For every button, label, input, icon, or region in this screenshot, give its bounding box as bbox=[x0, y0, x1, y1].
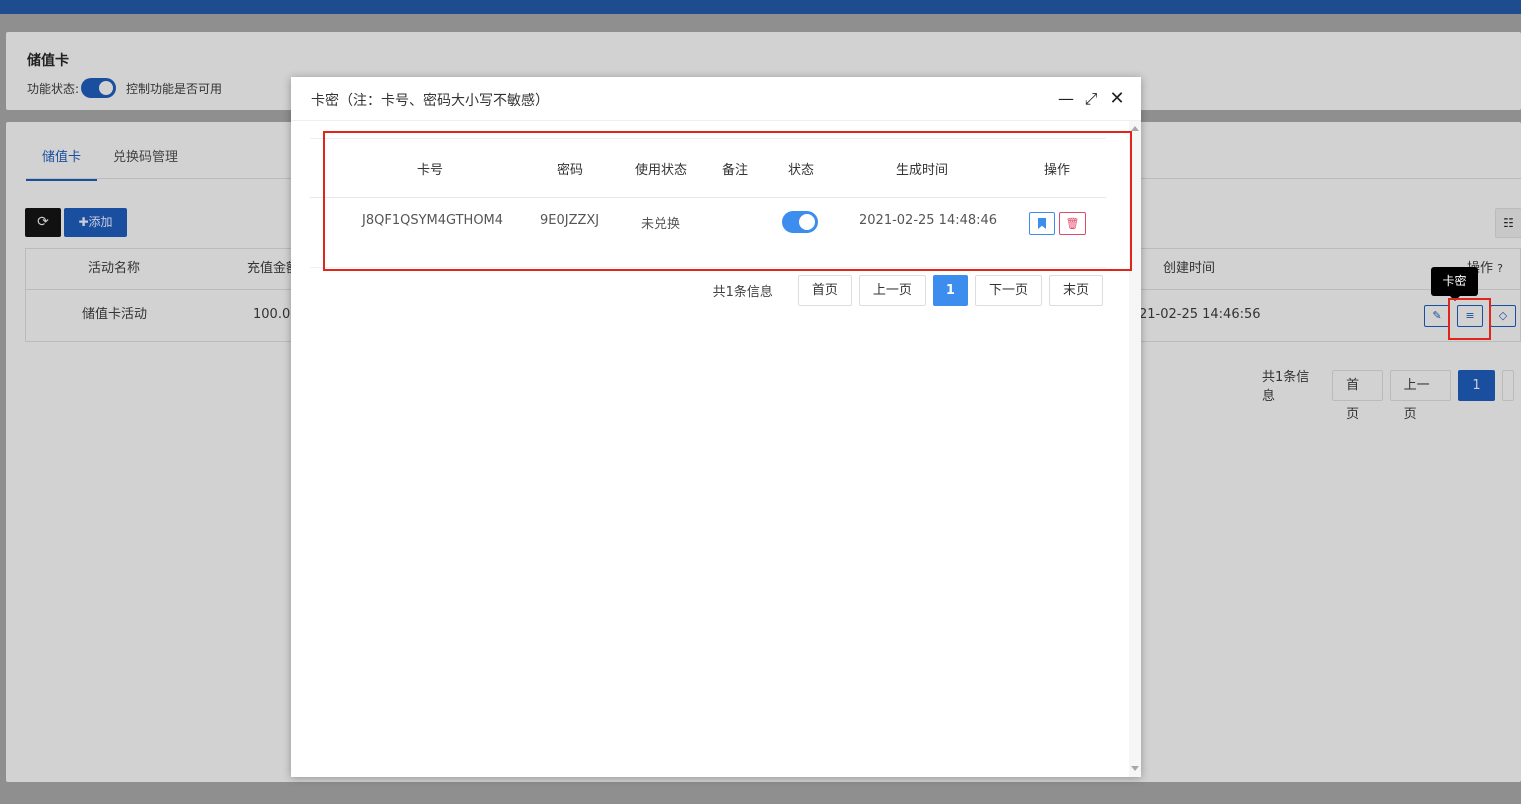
modal-title: 卡密（注：卡号、密码大小写不敏感） bbox=[311, 93, 549, 109]
pencil-icon: ✎ bbox=[1432, 309, 1442, 322]
pager-info: 共1条信息 bbox=[1262, 370, 1310, 404]
pager-prev[interactable]: 上一页 bbox=[858, 275, 926, 306]
feature-status-toggle[interactable] bbox=[81, 78, 117, 98]
add-button[interactable]: ✚添加 bbox=[64, 208, 127, 237]
maximize-icon[interactable]: ⤢ bbox=[1081, 89, 1101, 109]
tab-stored-value-card[interactable]: 储值卡 bbox=[26, 146, 98, 181]
help-icon: ? bbox=[1497, 262, 1503, 275]
diamond-icon: ◇ bbox=[1498, 309, 1508, 322]
pager-next[interactable]: 下一页 bbox=[974, 275, 1042, 306]
highlight-box-button bbox=[1448, 298, 1491, 340]
td-created-time: 21-02-25 14:46:56 bbox=[1139, 307, 1261, 322]
scroll-down-icon[interactable] bbox=[1131, 766, 1139, 771]
pager-next-partial[interactable] bbox=[1501, 369, 1515, 401]
columns-button[interactable]: ☷ bbox=[1495, 208, 1521, 238]
pager-current[interactable]: 1 bbox=[932, 275, 968, 306]
columns-icon: ☷ bbox=[1503, 216, 1514, 230]
modal-header: 卡密（注：卡号、密码大小写不敏感） — ⤢ ✕ bbox=[291, 77, 1141, 121]
scroll-up-icon[interactable] bbox=[1131, 126, 1139, 131]
pager-prev[interactable]: 上一页 bbox=[1389, 369, 1452, 422]
background-pager: 共1条信息 首页 上一页 1 bbox=[1262, 366, 1521, 422]
tooltip: 卡密 bbox=[1431, 267, 1478, 301]
feature-status-row: 功能状态: 控制功能是否可用 bbox=[27, 78, 222, 98]
pager-last[interactable]: 末页 bbox=[1048, 275, 1103, 306]
close-icon[interactable]: ✕ bbox=[1107, 89, 1127, 109]
page-title: 储值卡 bbox=[27, 53, 69, 69]
tab-redeem-code-management[interactable]: 兑换码管理 bbox=[97, 146, 194, 181]
th-created-time: 创建时间 bbox=[1163, 261, 1216, 276]
pager-info: 共1条信息 bbox=[712, 285, 773, 300]
highlight-box-table bbox=[323, 131, 1132, 271]
edit-button[interactable]: ✎ bbox=[1424, 305, 1450, 327]
add-button-label: 添加 bbox=[88, 215, 113, 229]
td-activity-name: 储值卡活动 bbox=[82, 307, 148, 322]
diamond-button[interactable]: ◇ bbox=[1490, 305, 1516, 327]
tab-bar: 储值卡 兑换码管理 bbox=[26, 146, 194, 181]
refresh-button[interactable]: ⟳ bbox=[25, 208, 61, 237]
pager-first[interactable]: 首页 bbox=[1332, 369, 1383, 422]
feature-status-label: 功能状态: bbox=[27, 81, 80, 96]
refresh-icon: ⟳ bbox=[37, 214, 49, 230]
feature-status-desc: 控制功能是否可用 bbox=[126, 81, 223, 96]
pager-current[interactable]: 1 bbox=[1458, 369, 1495, 401]
minimize-icon[interactable]: — bbox=[1056, 89, 1076, 109]
pager-first[interactable]: 首页 bbox=[797, 275, 852, 306]
th-activity-name: 活动名称 bbox=[88, 261, 141, 276]
top-nav-bar bbox=[0, 0, 1521, 14]
modal-pager: 共1条信息 首页 上一页 1 下一页 末页 bbox=[713, 275, 1103, 306]
plus-icon: ✚ bbox=[78, 215, 89, 229]
